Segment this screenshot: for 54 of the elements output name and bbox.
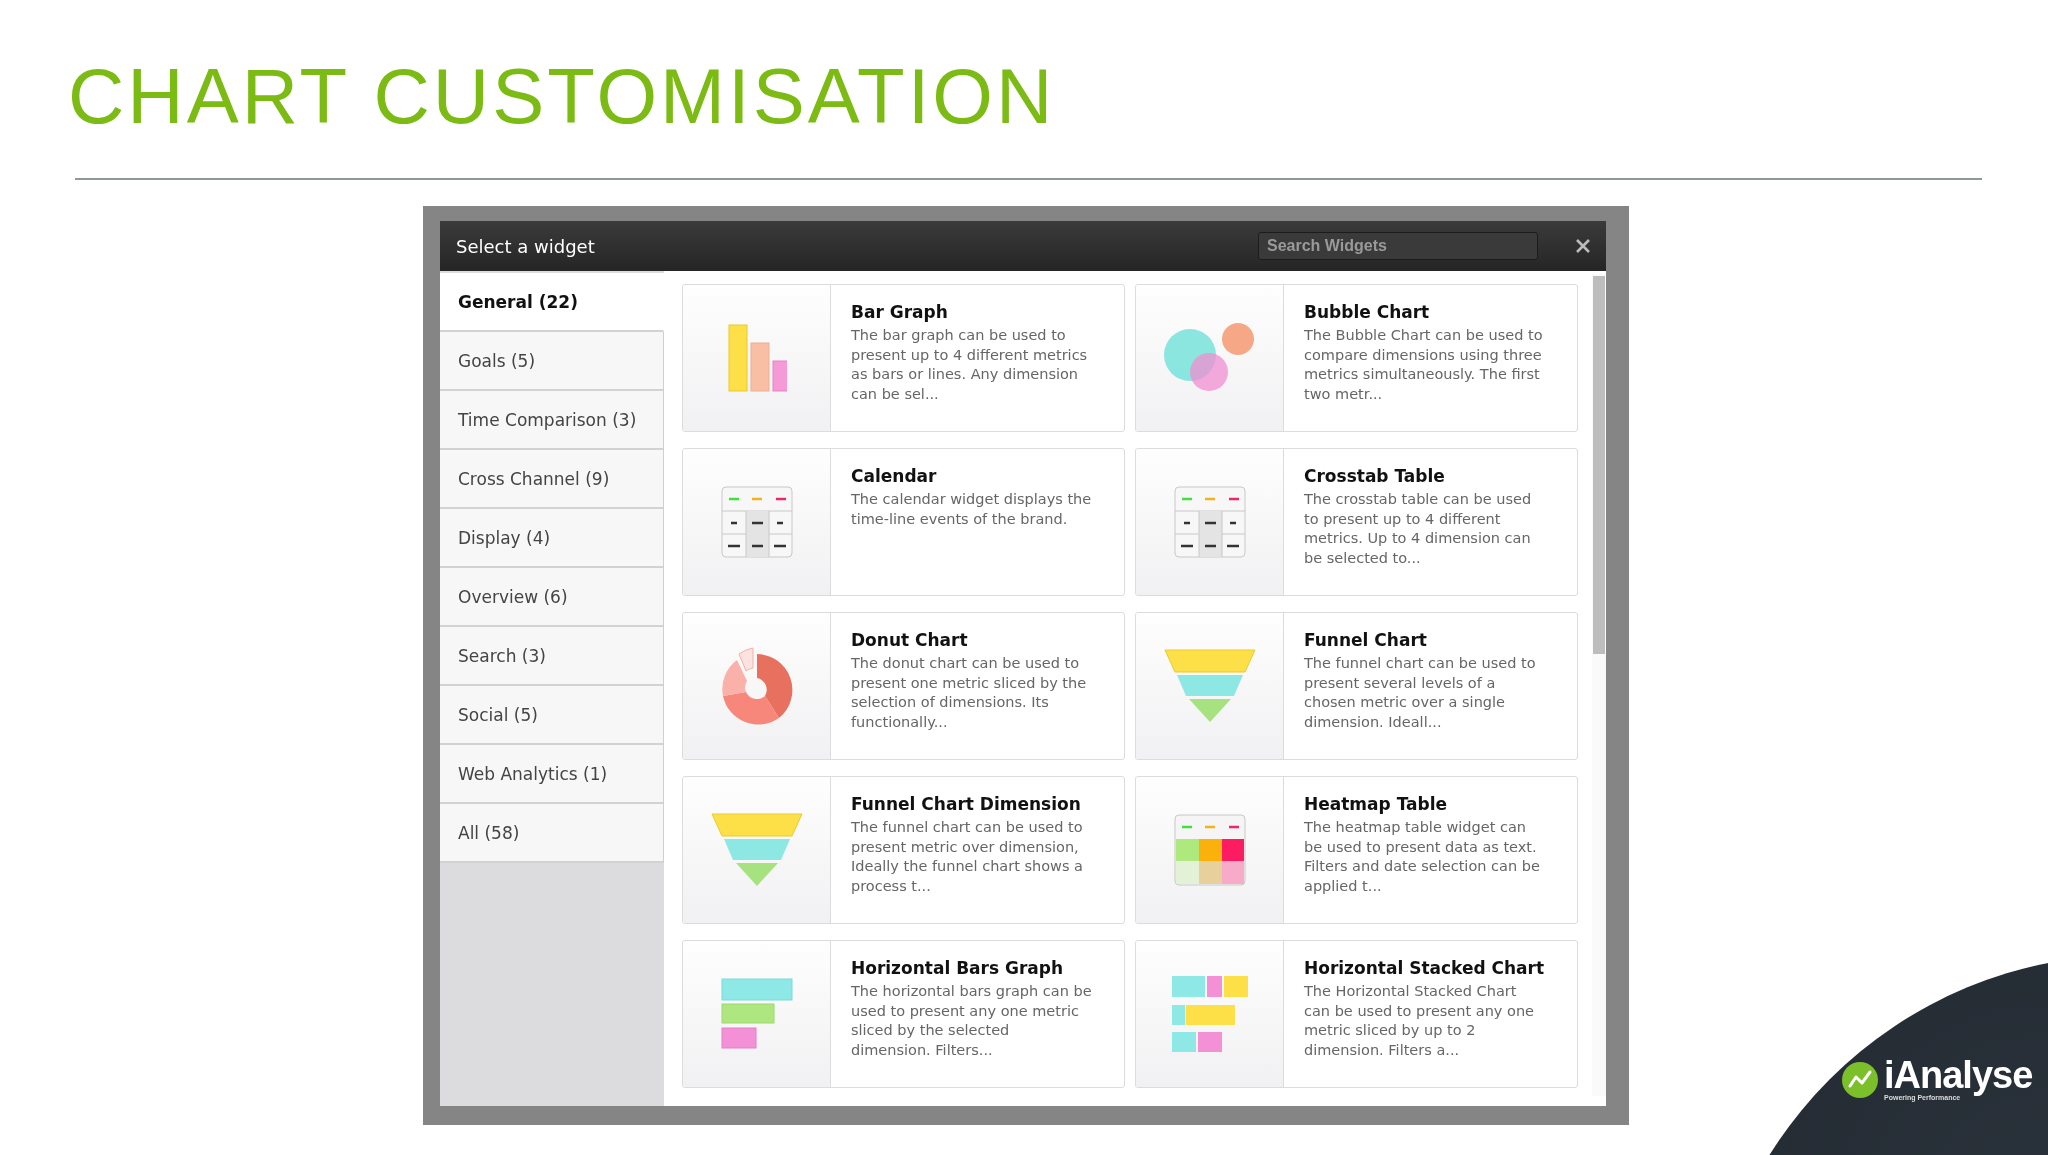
widget-card[interactable]: Bar Graph The bar graph can be used to present up to 4 different metrics as bars or lines. Any dimension can be sel... <box>682 284 1125 432</box>
widget-title: Funnel Chart Dimension <box>851 794 1081 814</box>
widget-card[interactable]: Calendar The calendar widget displays the time-line events of the brand. <box>682 448 1125 596</box>
stacked-bar-icon <box>1171 976 1248 1052</box>
widget-description: The heatmap table widget can be used to present data as text. Filters and date selection can be applied t... <box>1304 818 1541 896</box>
category-item[interactable]: Cross Channel (9) <box>440 450 664 509</box>
widget-description: The funnel chart can be used to present metric over dimension, Ideally the funnel chart shows a process t... <box>851 818 1084 896</box>
widget-title: Crosstab Table <box>1304 466 1445 486</box>
heatmap-icon <box>1173 814 1246 886</box>
widget-title: Bar Graph <box>851 302 948 322</box>
widget-title: Donut Chart <box>851 630 968 650</box>
widget-description: The Bubble Chart can be used to compare dimensions using three metrics simultaneously. The first two metr... <box>1304 326 1544 404</box>
widget-description: The calendar widget displays the time-line events of the brand. <box>851 490 1093 529</box>
widget-card[interactable]: Donut Chart The donut chart can be used to present one metric sliced by the selection of dimensions. Its functionally... <box>682 612 1125 760</box>
widget-card[interactable]: Funnel Chart Dimension The funnel chart can be used to present metric over dimension, Ideally the funnel chart shows a process t... <box>682 776 1125 924</box>
category-item[interactable]: Web Analytics (1) <box>440 745 664 804</box>
table-icon <box>1173 486 1246 558</box>
funnel-icon <box>1162 648 1257 724</box>
category-item[interactable]: Social (5) <box>440 686 664 745</box>
funnel-icon <box>709 812 804 888</box>
widget-card[interactable]: Crosstab Table The crosstab table can be used to present up to 4 different metrics. Up to 4 dimension can be selected to... <box>1135 448 1578 596</box>
category-item[interactable]: Display (4) <box>440 509 664 568</box>
widget-description: The Horizontal Stacked Chart can be used to present any one metric sliced by up to 2 dimension. Filters a... <box>1304 982 1535 1060</box>
category-item[interactable]: General (22) <box>440 273 664 332</box>
horizontal-bar-icon <box>720 978 793 1050</box>
slide-title: CHART CUSTOMISATION <box>67 51 1056 136</box>
category-item[interactable]: Time Comparison (3) <box>440 391 664 450</box>
bar-chart-icon <box>726 323 787 393</box>
category-item[interactable]: Goals (5) <box>440 332 664 391</box>
widget-title: Horizontal Bars Graph <box>851 958 1064 978</box>
widget-title: Horizontal Stacked Chart <box>1304 958 1545 978</box>
table-icon <box>720 486 793 558</box>
logo-icon <box>1842 1062 1878 1098</box>
scrollbar-thumb[interactable] <box>1593 276 1605 654</box>
close-icon[interactable] <box>1576 239 1590 253</box>
widget-card[interactable]: Heatmap Table The heatmap table widget can be used to present data as text. Filters and date selection can be applied t... <box>1135 776 1578 924</box>
dialog-title: Select a widget <box>456 235 596 257</box>
widget-description: The donut chart can be used to present one metric sliced by the selection of dimensions. Its functionally... <box>851 654 1088 732</box>
widget-description: The funnel chart can be used to present several levels of a chosen metric over a single dimension. Ideall... <box>1304 654 1537 732</box>
category-item[interactable]: Search (3) <box>440 627 664 686</box>
widget-title: Heatmap Table <box>1304 794 1448 814</box>
widget-card[interactable]: Horizontal Stacked Chart The Horizontal Stacked Chart can be used to present any one metric sliced by up to 2 dimension. Filters a... <box>1135 940 1578 1088</box>
widget-card[interactable]: Horizontal Bars Graph The horizontal bars graph can be used to present any one metric sliced by the selected dimension. Filters... <box>682 940 1125 1088</box>
category-item[interactable]: All (58) <box>440 804 664 863</box>
widget-description: The bar graph can be used to present up to 4 different metrics as bars or lines. Any dimension can be sel... <box>851 326 1089 404</box>
category-item[interactable]: Overview (6) <box>440 568 664 627</box>
widget-card[interactable]: Funnel Chart The funnel chart can be used to present several levels of a chosen metric over a single dimension. Ideall... <box>1135 612 1578 760</box>
widget-description: The horizontal bars graph can be used to present any one metric sliced by the selected dimension. Filters... <box>851 982 1093 1060</box>
widget-title: Calendar <box>851 466 937 486</box>
widget-card[interactable]: Bubble Chart The Bubble Chart can be used to compare dimensions using three metrics simultaneously. The first two metr... <box>1135 284 1578 432</box>
widget-title: Funnel Chart <box>1304 630 1427 650</box>
search-field[interactable]: Search Widgets <box>1258 232 1538 260</box>
widget-description: The crosstab table can be used to present up to 4 different metrics. Up to 4 dimension can be selected to... <box>1304 490 1533 568</box>
widget-title: Bubble Chart <box>1304 302 1430 322</box>
